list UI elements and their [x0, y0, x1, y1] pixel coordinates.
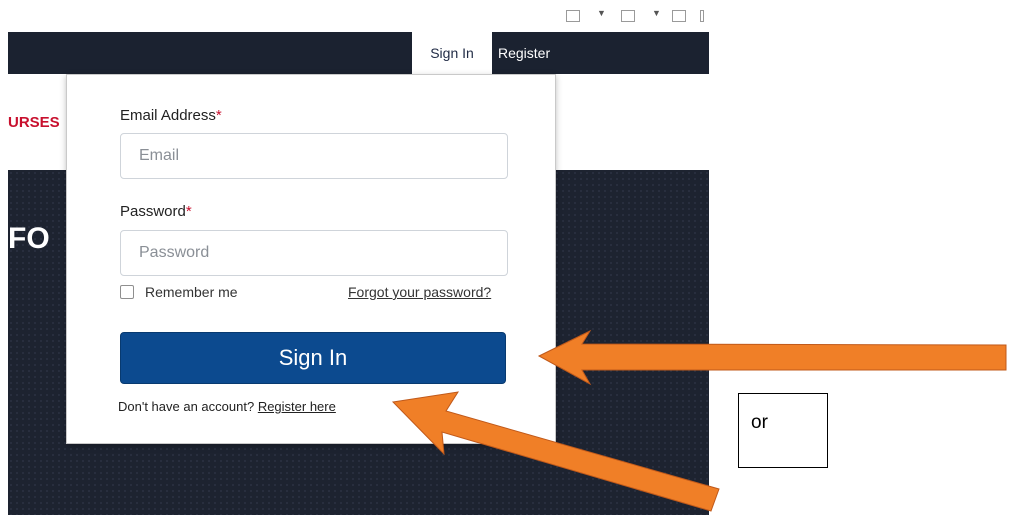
- arrow-to-register-link: [391, 391, 720, 512]
- or-note-box: or: [738, 393, 828, 468]
- or-note-text: or: [751, 412, 768, 433]
- annotation-arrows: [391, 329, 1007, 512]
- arrow-to-signin-button: [537, 329, 1007, 386]
